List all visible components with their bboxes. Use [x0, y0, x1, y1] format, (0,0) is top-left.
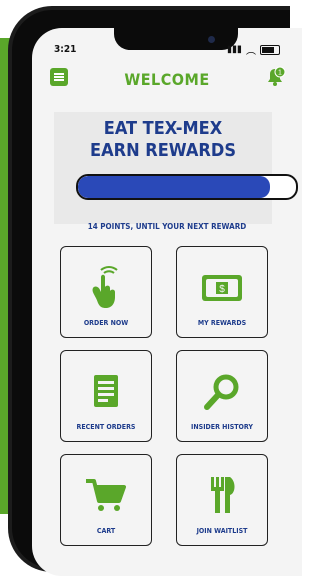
- reward-progress-fill: [78, 176, 270, 198]
- recent-orders-button[interactable]: RECENT ORDERS: [60, 350, 152, 442]
- cart-icon: [86, 479, 126, 511]
- tile-label-order-now: ORDER NOW: [83, 319, 129, 327]
- reward-progress-bar: [76, 174, 298, 200]
- tile-label-insider-history: INSIDER HISTORY: [191, 423, 253, 431]
- app-screen: 3:21 ▮▮▮ ︵ WELCOME 1 EAT TEX-MEX EARN RE…: [32, 28, 302, 576]
- insider-history-button[interactable]: INSIDER HISTORY: [176, 350, 268, 442]
- magnifier-icon: [204, 374, 239, 410]
- hero-line-2: EARN REWARDS: [90, 140, 236, 161]
- tile-label-join-waitlist: JOIN WAITLIST: [196, 527, 248, 535]
- my-rewards-button[interactable]: $ MY REWARDS: [176, 246, 268, 338]
- notification-badge: 1: [278, 70, 282, 77]
- tile-label-my-rewards: MY REWARDS: [197, 319, 247, 327]
- hero-line-1: EAT TEX-MEX: [103, 118, 223, 139]
- phone-notch: [114, 28, 238, 50]
- join-waitlist-button[interactable]: JOIN WAITLIST: [176, 454, 268, 546]
- order-now-button[interactable]: ORDER NOW: [60, 246, 152, 338]
- money-bill-icon: $: [202, 275, 242, 301]
- camera-icon: [208, 36, 215, 43]
- receipt-icon: [94, 375, 118, 407]
- tap-hand-icon: [92, 266, 118, 308]
- page-title: WELCOME: [124, 70, 210, 89]
- bell-icon[interactable]: 1: [264, 66, 286, 88]
- fork-knife-icon: [211, 477, 235, 513]
- signal-icon: ▮▮▮: [227, 44, 242, 55]
- tile-label-cart: CART: [96, 527, 116, 535]
- phone-edge: 3:21 ▮▮▮ ︵ WELCOME 1 EAT TEX-MEX EARN RE…: [12, 10, 302, 576]
- tile-label-recent-orders: RECENT ORDERS: [76, 423, 136, 431]
- battery-icon: [260, 44, 280, 55]
- phone-frame: 3:21 ▮▮▮ ︵ WELCOME 1 EAT TEX-MEX EARN RE…: [8, 6, 302, 576]
- svg-text:$: $: [219, 284, 225, 295]
- rewards-banner: EAT TEX-MEX EARN REWARDS: [54, 112, 298, 224]
- status-icons: ▮▮▮ ︵: [227, 42, 280, 57]
- cart-button[interactable]: CART: [60, 454, 152, 546]
- status-time: 3:21: [54, 44, 77, 55]
- points-text: 14 POINTS, UNTIL YOUR NEXT REWARD: [87, 222, 247, 231]
- wifi-icon: ︵: [246, 46, 256, 57]
